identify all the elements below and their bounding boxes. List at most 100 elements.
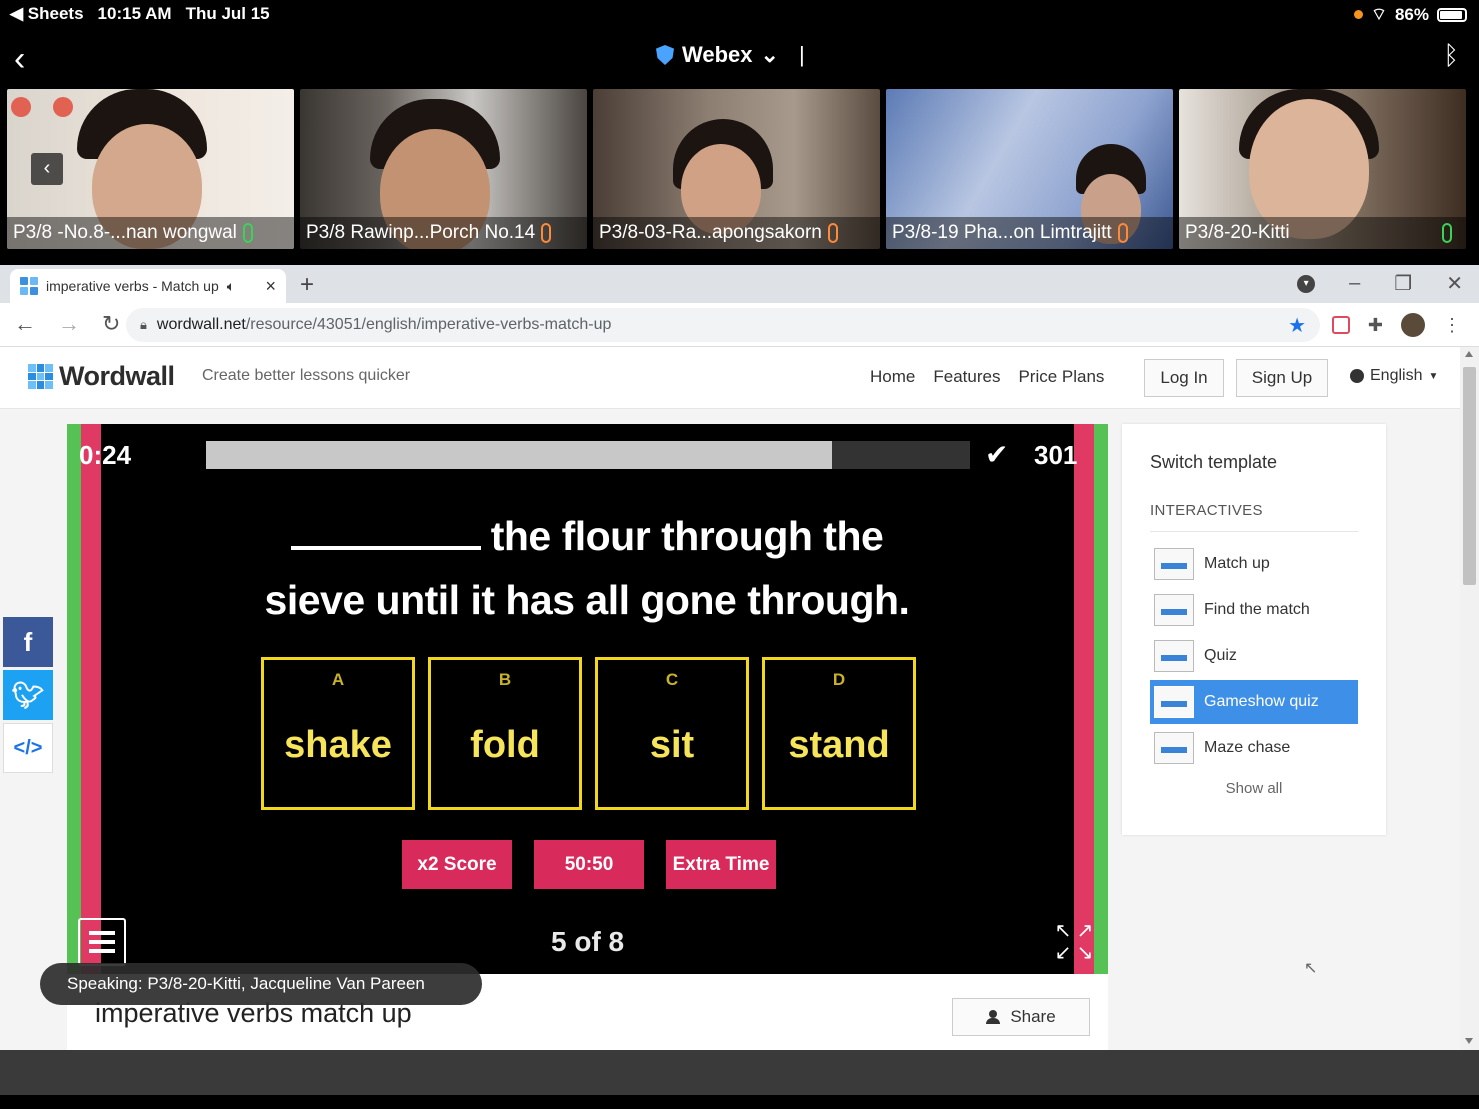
back-icon[interactable]: ‹: [14, 40, 25, 79]
back-arrow-icon[interactable]: ←: [14, 311, 36, 337]
hamburger-menu-icon[interactable]: [78, 918, 126, 966]
maze-chase-thumbnail-icon: [1154, 732, 1194, 764]
answer-letter: B: [498, 670, 512, 689]
scroll-down-icon[interactable]: [1465, 1038, 1473, 1044]
wordwall-favicon-icon: [20, 277, 38, 295]
participant-name: P3/8-19 Pha...on Limtrajitt: [892, 222, 1112, 243]
x2-score-button[interactable]: x2 Score: [402, 840, 512, 889]
lock-icon: 🔒︎: [140, 317, 147, 332]
kebab-menu-icon[interactable]: ⋮: [1443, 315, 1461, 336]
profile-avatar[interactable]: [1401, 313, 1425, 337]
game-area[interactable]: 0:24 ✔ 301 the flour through the sieve u…: [67, 424, 1108, 974]
video-strip: ‹ P3/8 -No.8-...nan wongwal P3/8 Rawinp.…: [0, 89, 1479, 249]
language-selector[interactable]: English ▼: [1350, 367, 1438, 385]
answer-option-c[interactable]: C sit: [595, 657, 749, 810]
powerups: x2 Score 50:50 Extra Time: [402, 840, 776, 889]
speaking-indicator: Speaking: P3/8-20-Kitti, Jacqueline Van …: [40, 963, 482, 1005]
template-quiz[interactable]: Quiz: [1150, 634, 1358, 678]
signup-button[interactable]: Sign Up: [1236, 359, 1328, 397]
answer-letter: C: [665, 670, 679, 689]
mic-muted-icon: [827, 223, 838, 243]
question-part-2: sieve until it has all gone through.: [264, 577, 910, 623]
browser-window: imperative verbs - Match up 🔈︎ × + ▾ – ❐…: [0, 265, 1479, 1050]
battery-icon: [1437, 7, 1467, 22]
template-label: Maze chase: [1204, 739, 1291, 756]
webex-title-button[interactable]: Webex ⌄ |: [656, 42, 805, 68]
webex-title: Webex: [682, 42, 753, 67]
scroll-up-icon[interactable]: [1465, 351, 1473, 357]
participant-label: P3/8-03-Ra...apongsakorn: [593, 217, 880, 249]
answer-option-d[interactable]: D stand: [762, 657, 916, 810]
template-gameshow-quiz[interactable]: Gameshow quiz: [1150, 680, 1358, 724]
score: 301: [1034, 440, 1078, 470]
speaker-icon[interactable]: 🔈︎: [227, 278, 235, 295]
template-match-up[interactable]: Match up: [1150, 542, 1358, 586]
language-label: English: [1370, 367, 1423, 384]
login-button[interactable]: Log In: [1144, 359, 1224, 397]
date: Thu Jul 15: [185, 4, 270, 23]
gameshow-quiz-thumbnail-icon: [1154, 686, 1194, 718]
switch-template-panel: Switch template INTERACTIVES Match up Fi…: [1122, 424, 1386, 835]
answer-options: A shake B fold C sit D stand: [261, 657, 916, 810]
answer-option-a[interactable]: A shake: [261, 657, 415, 810]
template-label: Match up: [1204, 555, 1270, 572]
answer-letter: D: [832, 670, 846, 689]
template-maze-chase[interactable]: Maze chase: [1150, 726, 1358, 770]
nav-home[interactable]: Home: [870, 367, 915, 387]
tab-search-icon[interactable]: ▾: [1297, 274, 1316, 293]
participant-name: P3/8-20-Kitti: [1185, 222, 1290, 243]
puzzle-extensions-icon[interactable]: ✚: [1368, 315, 1383, 336]
restore-icon[interactable]: ❐: [1394, 271, 1412, 296]
browser-tab[interactable]: imperative verbs - Match up 🔈︎ ×: [10, 269, 286, 303]
participant-name: P3/8-03-Ra...apongsakorn: [599, 222, 822, 243]
section-label: INTERACTIVES: [1150, 502, 1263, 519]
mic-icon: [242, 223, 253, 243]
bookmark-star-icon[interactable]: ★: [1288, 313, 1306, 338]
fifty-fifty-button[interactable]: 50:50: [534, 840, 644, 889]
nav-features[interactable]: Features: [933, 367, 1000, 387]
chevron-left-icon[interactable]: ‹: [31, 153, 63, 185]
answer-word: shake: [284, 724, 392, 766]
address-bar[interactable]: 🔒︎ wordwall.net/resource/43051/english/i…: [126, 308, 1320, 342]
participant-label: P3/8-20-Kitti: [1179, 217, 1466, 249]
close-tab-icon[interactable]: ×: [265, 276, 276, 297]
twitter-icon[interactable]: 🐦︎: [3, 670, 53, 720]
pocket-extension-icon[interactable]: [1331, 316, 1350, 334]
forward-arrow-icon[interactable]: →: [58, 311, 80, 337]
checkmark-icon: ✔: [985, 439, 1009, 470]
extra-time-button[interactable]: Extra Time: [666, 840, 776, 889]
close-window-icon[interactable]: ✕: [1446, 271, 1463, 296]
participant-tile[interactable]: P3/8-19 Pha...on Limtrajitt: [886, 89, 1173, 249]
embed-code-icon[interactable]: </>: [3, 723, 53, 773]
divider: [1150, 531, 1358, 532]
reload-icon[interactable]: ↻: [102, 311, 120, 337]
bluetooth-icon[interactable]: ᛒ: [1443, 40, 1459, 71]
participant-tile[interactable]: P3/8-20-Kitti: [1179, 89, 1466, 249]
minimize-icon[interactable]: –: [1349, 272, 1360, 295]
new-tab-icon[interactable]: +: [300, 271, 314, 299]
participant-label: P3/8 Rawinp...Porch No.14: [300, 217, 587, 249]
template-find-the-match[interactable]: Find the match: [1150, 588, 1358, 632]
time-progress-bar: [206, 441, 970, 469]
share-button[interactable]: Share: [952, 998, 1090, 1036]
participant-name: P3/8 -No.8-...nan wongwal: [13, 222, 237, 243]
game-border-left: [67, 424, 107, 974]
fullscreen-icon[interactable]: ↖ ↗ ↙ ↘: [1052, 920, 1096, 964]
nav-price-plans[interactable]: Price Plans: [1018, 367, 1104, 387]
question-text: the flour through the sieve until it has…: [217, 504, 957, 632]
facebook-icon[interactable]: f: [3, 617, 53, 667]
scrollbar-thumb[interactable]: [1463, 367, 1476, 585]
wordwall-logo[interactable]: Wordwall: [28, 361, 175, 392]
mic-muted-icon: [1117, 223, 1128, 243]
status-bar: ◀ Sheets 10:15 AM Thu Jul 15 ⌔ 86%: [0, 0, 1479, 28]
show-all-link[interactable]: Show all: [1122, 780, 1386, 797]
scrollbar[interactable]: [1460, 347, 1479, 1050]
answer-option-b[interactable]: B fold: [428, 657, 582, 810]
share-label: Share: [1010, 1007, 1056, 1026]
back-to-app-link[interactable]: ◀ Sheets: [10, 4, 84, 24]
participant-tile[interactable]: ‹ P3/8 -No.8-...nan wongwal: [7, 89, 294, 249]
participant-tile[interactable]: P3/8-03-Ra...apongsakorn: [593, 89, 880, 249]
participant-name: P3/8 Rawinp...Porch No.14: [306, 222, 536, 243]
participant-tile[interactable]: P3/8 Rawinp...Porch No.14: [300, 89, 587, 249]
game-border-right: [1068, 424, 1108, 974]
